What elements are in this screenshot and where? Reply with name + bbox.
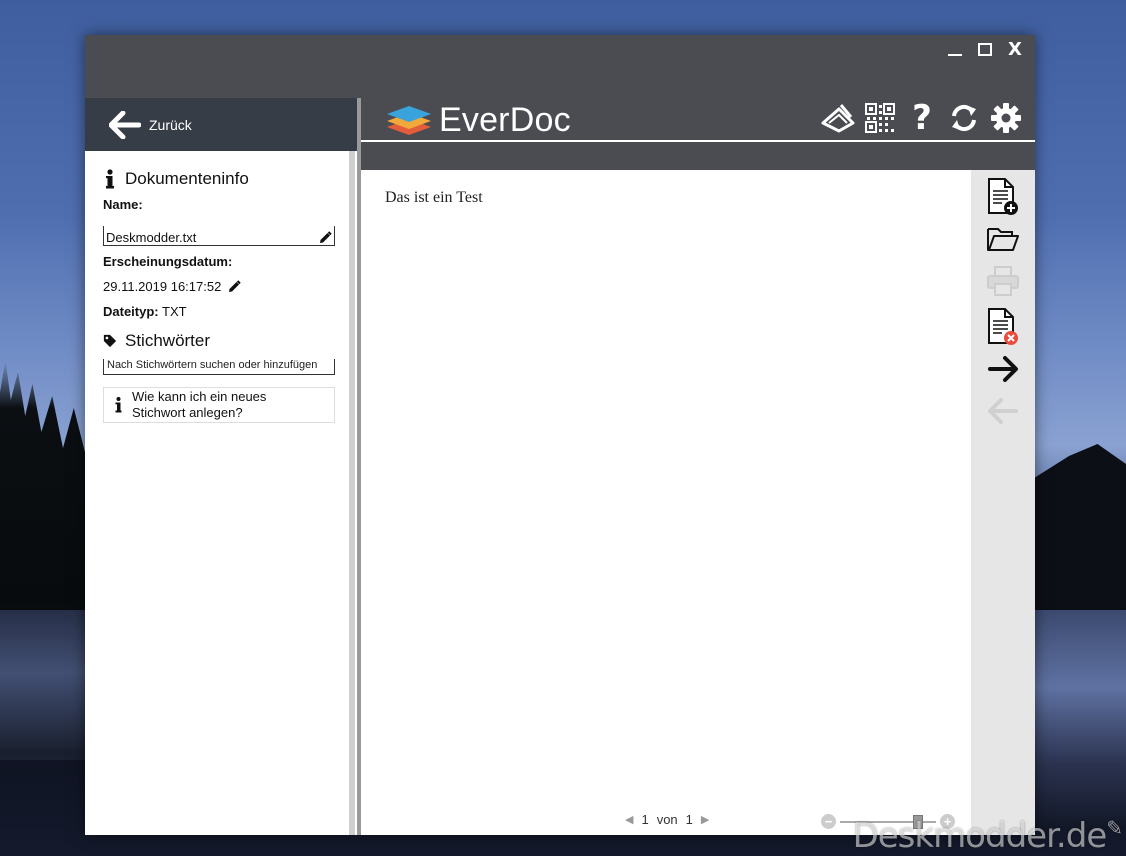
scanner-icon [821,104,855,133]
title-bar: X [85,35,1035,98]
name-value: Deskmodder.txt [106,230,197,245]
help-icon: ? [912,98,932,138]
previous-button[interactable] [971,390,1035,432]
file-type-row: Dateityp: TXT [103,304,335,319]
previous-page-icon[interactable]: ◀ [625,813,633,826]
document-content: Das ist ein Test [385,189,483,206]
back-arrow-icon [109,110,141,139]
open-folder-button[interactable] [971,218,1035,260]
current-page: 1 [641,812,649,827]
print-icon [987,266,1019,296]
desktop-lake-left [0,610,86,750]
delete-document-icon [988,308,1018,345]
new-document-button[interactable] [971,176,1035,218]
next-page-icon[interactable]: ▶ [701,813,709,826]
settings-button[interactable] [989,101,1023,135]
close-button[interactable]: X [1005,38,1025,60]
name-label: Name: [103,197,143,212]
maximize-icon [978,42,992,56]
zoom-out-button[interactable]: − [821,814,836,829]
settings-icon [991,103,1021,133]
help-button[interactable]: ? [905,101,939,135]
file-type-label: Dateityp: [103,304,159,319]
panel-divider[interactable] [357,98,361,835]
everdoc-window: X Zurück Dokumenteninfo Name: Deskmodder… [85,35,1035,835]
qr-code-button[interactable] [863,101,897,135]
watermark-text: Deskmodder.de [852,816,1108,856]
header-subbar [361,142,1035,170]
side-toolbar [971,170,1035,835]
sync-icon [952,104,976,132]
back-button[interactable]: Zurück [85,98,357,151]
print-button[interactable] [971,260,1035,302]
tags-title: Stichwörter [125,331,211,350]
next-arrow-icon [988,356,1018,382]
tags-heading: Stichwörter [103,331,335,351]
new-document-icon [988,178,1018,215]
close-icon: X [1008,38,1022,60]
qr-code-icon [865,103,895,133]
back-label: Zurück [149,116,192,133]
edit-date-pencil-icon[interactable] [227,279,242,294]
window-controls: X [945,38,1025,60]
previous-arrow-icon [988,398,1018,424]
file-type-value: TXT [162,304,187,319]
page-navigator: ◀ 1 von 1 ▶ [625,812,709,827]
watermark-pen-icon: ✎ [1106,816,1123,840]
everdoc-logo-icon [387,105,431,135]
total-pages: 1 [685,812,693,827]
document-info-heading: Dokumenteninfo [103,169,335,189]
tag-icon [103,333,117,349]
scan-button[interactable] [821,101,855,135]
app-name: EverDoc [439,101,571,139]
desktop-lake-right [1031,610,1126,830]
page-of-label: von [656,812,678,827]
maximize-button[interactable] [975,39,995,59]
document-info-title: Dokumenteninfo [125,169,249,188]
info-icon [103,169,117,189]
app-logo: EverDoc [385,101,571,140]
tag-help-box[interactable]: Wie kann ich ein neues Stichwort anlegen… [103,387,335,423]
help-info-icon [114,397,122,413]
minimize-icon [948,54,962,56]
next-button[interactable] [971,348,1035,390]
edit-pencil-icon[interactable] [318,231,332,245]
tag-search-input[interactable]: Nach Stichwörtern suchen oder hinzufügen [103,359,335,375]
date-label: Erscheinungsdatum: [103,254,233,269]
sync-button[interactable] [947,101,981,135]
name-field[interactable]: Deskmodder.txt [103,226,335,246]
left-panel-scrollbar[interactable] [349,151,355,835]
date-value: 29.11.2019 16:17:52 [103,279,222,294]
main-toolbar: ? [821,101,1023,135]
open-folder-icon [987,228,1019,251]
delete-document-button[interactable] [971,306,1035,348]
minimize-button[interactable] [945,39,965,59]
watermark: Deskmodder.de✎ [852,816,1123,856]
document-info-panel: Dokumenteninfo Name: Deskmodder.txt Ersc… [103,165,335,423]
date-row: 29.11.2019 16:17:52 [103,279,335,294]
tag-help-text: Wie kann ich ein neues Stichwort anlegen… [132,389,267,420]
document-viewer[interactable]: Das ist ein Test [363,170,971,835]
